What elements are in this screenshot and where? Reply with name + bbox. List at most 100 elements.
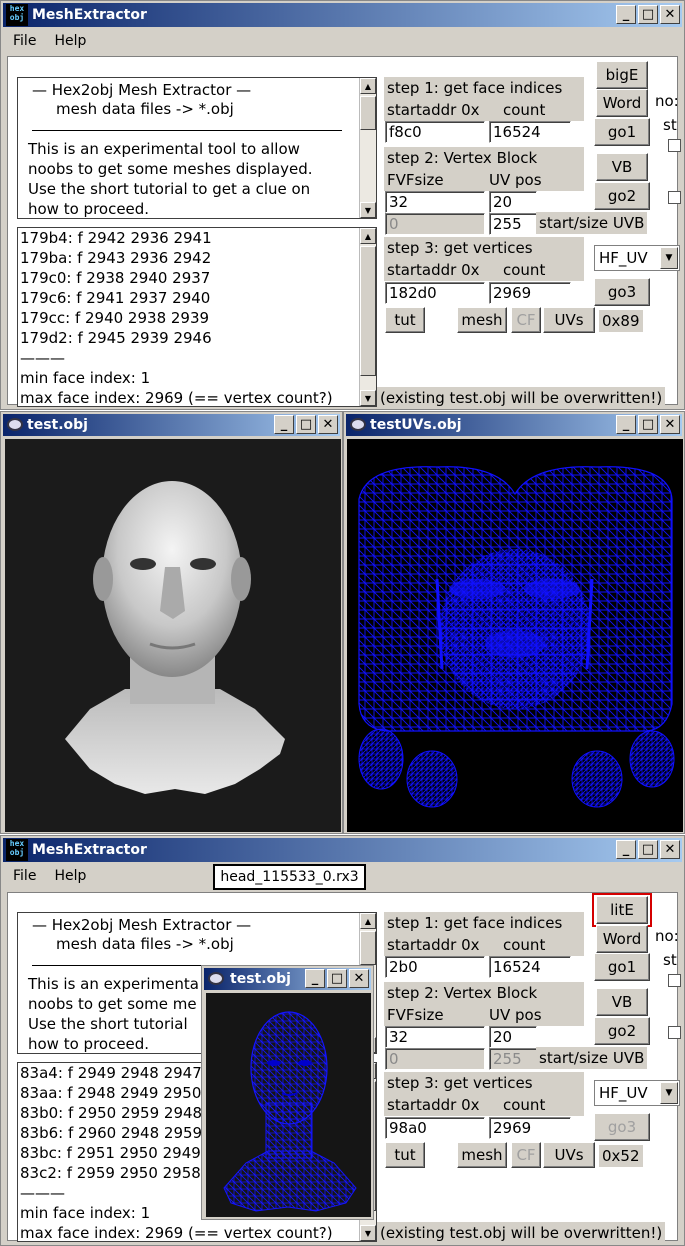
fvf-size-input[interactable]: 32	[385, 191, 485, 213]
minimize-button[interactable]: _	[305, 969, 325, 988]
log-scrollbar[interactable]: ▲ ▼	[359, 228, 376, 406]
fvf-size-input[interactable]: 32	[385, 1026, 485, 1048]
log-line: 179c6: f 2941 2937 2940	[20, 289, 211, 307]
word-button[interactable]: Word	[596, 925, 648, 953]
chevron-down-icon[interactable]: ▼	[660, 247, 678, 269]
tut-button[interactable]: tut	[385, 1142, 425, 1168]
title-bar[interactable]: hex obj MeshExtractor _ □ ✕	[3, 3, 682, 27]
format-select[interactable]: HF_UV ▼	[594, 1080, 680, 1106]
info-desc-1: This is an experimenta	[28, 975, 199, 993]
scroll-down-arrow-icon[interactable]: ▼	[360, 1225, 376, 1241]
cut-label-1: no:	[655, 927, 679, 945]
scroll-down-arrow-icon[interactable]: ▼	[360, 390, 376, 406]
info-desc-4: how to proceed.	[28, 200, 150, 218]
viewer-title: test.obj	[230, 971, 291, 987]
step1-startaddr-label: startaddr 0x	[384, 934, 584, 956]
viewer-title-bar[interactable]: testUVs.obj _ □ ✕	[346, 414, 682, 436]
viewer-canvas[interactable]	[206, 993, 371, 1217]
viewer-title-bar[interactable]: test.obj _ □ ✕	[204, 968, 371, 990]
minimize-button[interactable]: _	[616, 415, 636, 434]
go3-button[interactable]: go3	[594, 278, 650, 306]
checkbox[interactable]	[668, 1026, 681, 1039]
uvb-start-input: 0	[385, 1048, 485, 1070]
scroll-up-arrow-icon[interactable]: ▲	[360, 913, 376, 929]
step3-count-input[interactable]: 2969	[489, 1117, 571, 1139]
close-button[interactable]: ✕	[318, 415, 338, 434]
maximize-button[interactable]: □	[638, 840, 658, 859]
step3-startaddr-label: startaddr 0x	[384, 259, 584, 281]
step1-count-input[interactable]: 16524	[489, 121, 571, 143]
step1-startaddr-input[interactable]: 2b0	[385, 956, 485, 978]
vb-button[interactable]: VB	[596, 988, 648, 1016]
go2-button[interactable]: go2	[594, 1017, 650, 1045]
step3-startaddr-input[interactable]: 98a0	[385, 1117, 485, 1139]
menu-file[interactable]: File	[13, 868, 36, 884]
mesh-button[interactable]: mesh	[457, 1142, 507, 1168]
go1-button[interactable]: go1	[594, 953, 650, 981]
minimize-button[interactable]: _	[616, 5, 636, 24]
info-desc-1: This is an experimental tool to allow	[28, 140, 300, 158]
viewer-title: test.obj	[27, 417, 88, 433]
checkbox[interactable]	[668, 974, 681, 987]
log-min-index: min face index: 1	[20, 1204, 151, 1222]
big-endian-button[interactable]: bigE	[596, 61, 648, 89]
minimize-button[interactable]: _	[616, 840, 636, 859]
maximize-button[interactable]: □	[327, 969, 347, 988]
scroll-down-arrow-icon[interactable]: ▼	[360, 202, 376, 218]
close-button[interactable]: ✕	[660, 5, 680, 24]
mesh-button[interactable]: mesh	[457, 307, 507, 333]
info-subtitle: mesh data files -> *.obj	[56, 100, 234, 118]
uv-pos-input[interactable]: 20	[489, 1026, 537, 1048]
status-label: (existing test.obj will be overwritten!)	[377, 1222, 666, 1244]
vb-button[interactable]: VB	[596, 153, 648, 181]
minimize-button[interactable]: _	[274, 415, 294, 434]
title-bar[interactable]: hex obj MeshExtractor _ □ ✕	[3, 838, 682, 862]
scroll-up-arrow-icon[interactable]: ▲	[360, 228, 376, 244]
uvb-size-input[interactable]: 255	[489, 213, 537, 235]
uvs-button[interactable]: UVs	[543, 1142, 595, 1168]
viewer-canvas[interactable]	[5, 439, 341, 832]
checkbox[interactable]	[668, 191, 681, 204]
menu-file[interactable]: File	[13, 33, 36, 49]
scroll-up-arrow-icon[interactable]: ▲	[360, 78, 376, 94]
step1-count-input[interactable]: 16524	[489, 956, 571, 978]
tut-button[interactable]: tut	[385, 307, 425, 333]
step1-startaddr-input[interactable]: f8c0	[385, 121, 485, 143]
scroll-thumb[interactable]	[360, 96, 376, 130]
step1-startaddr-label: startaddr 0x	[384, 99, 584, 121]
cf-button: CF	[511, 307, 541, 333]
chevron-down-icon[interactable]: ▼	[660, 1082, 678, 1104]
close-button[interactable]: ✕	[660, 840, 680, 859]
maximize-button[interactable]: □	[638, 415, 658, 434]
menu-bar: File Help	[3, 29, 682, 53]
step1-label: step 1: get face indices	[384, 77, 584, 99]
viewer-title-bar[interactable]: test.obj _ □ ✕	[3, 414, 340, 436]
uv-pos-input[interactable]: 20	[489, 191, 537, 213]
menu-help[interactable]: Help	[54, 33, 86, 49]
checkbox[interactable]	[668, 139, 681, 152]
log-line: 83b6: f 2960 2948 2959	[20, 1124, 203, 1142]
cut-label-2: st	[663, 116, 677, 134]
maximize-button[interactable]: □	[296, 415, 316, 434]
step3-startaddr-input[interactable]: 182d0	[385, 282, 485, 304]
window-title: MeshExtractor	[32, 7, 147, 23]
menu-help[interactable]: Help	[54, 868, 86, 884]
format-select[interactable]: HF_UV ▼	[594, 245, 680, 271]
step3-count-input[interactable]: 2969	[489, 282, 571, 304]
go2-button[interactable]: go2	[594, 182, 650, 210]
go1-button[interactable]: go1	[594, 118, 650, 146]
log-line: 83bc: f 2951 2950 2949	[20, 1144, 201, 1162]
viewer-app-icon	[350, 418, 366, 431]
uvs-button[interactable]: UVs	[543, 307, 595, 333]
close-button[interactable]: ✕	[660, 415, 680, 434]
info-scrollbar[interactable]: ▲ ▼	[359, 78, 376, 218]
word-button[interactable]: Word	[596, 89, 648, 117]
info-textbox[interactable]: — Hex2obj Mesh Extractor — mesh data fil…	[17, 77, 377, 219]
maximize-button[interactable]: □	[638, 5, 658, 24]
viewer-canvas[interactable]	[347, 439, 683, 832]
shaded-head-model	[65, 481, 285, 794]
close-button[interactable]: ✕	[349, 969, 369, 988]
log-textbox[interactable]: 179b4: f 2942 2936 2941 179ba: f 2943 29…	[17, 227, 377, 407]
scroll-thumb[interactable]	[360, 246, 376, 376]
scroll-thumb[interactable]	[360, 931, 376, 965]
